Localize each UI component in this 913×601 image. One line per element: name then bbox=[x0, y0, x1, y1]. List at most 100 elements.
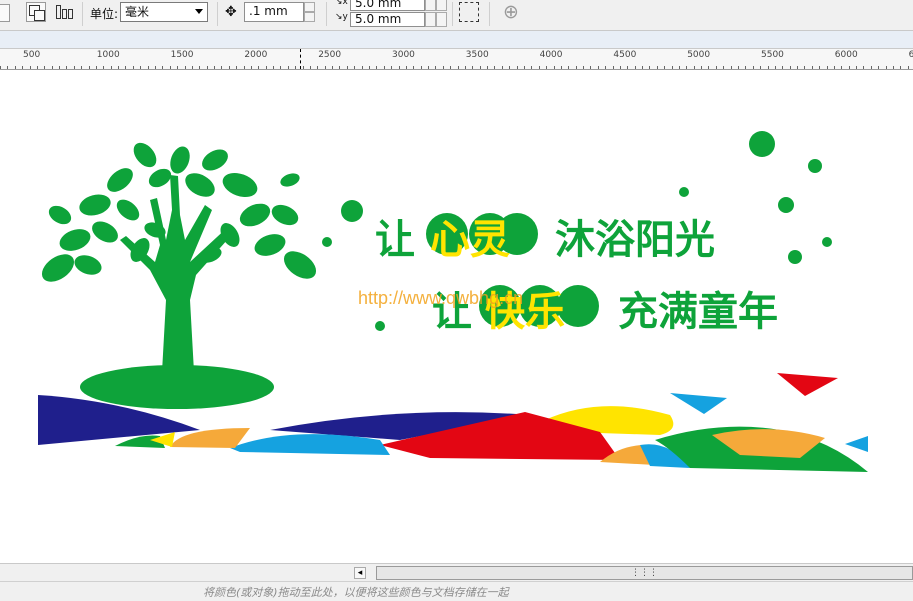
ruler-tick bbox=[169, 66, 171, 69]
ruler-tick bbox=[752, 66, 754, 69]
drawing-canvas[interactable]: 让 心灵 沐浴阳光 让 快乐 充满童年 http://www.qwbhg.cn bbox=[0, 70, 913, 563]
dup-y-spin[interactable] bbox=[425, 12, 436, 27]
ruler-tick bbox=[833, 66, 835, 69]
select-all-icon[interactable] bbox=[459, 2, 479, 22]
ruler-tick bbox=[95, 66, 97, 69]
ruler-tick bbox=[110, 66, 112, 69]
nudge-input[interactable]: .1 mm bbox=[244, 2, 304, 22]
object-icon[interactable] bbox=[0, 4, 10, 22]
horizontal-ruler[interactable]: 500 1000 1500 2000 2500 3000 3500 4000 4500 5000 5… bbox=[0, 48, 913, 70]
ruler-tick bbox=[243, 66, 245, 69]
ruler-tick bbox=[907, 66, 909, 69]
ruler-tick bbox=[103, 66, 105, 69]
dup-x-spin2[interactable] bbox=[436, 0, 447, 11]
ruler-tick bbox=[590, 66, 592, 69]
align-icon[interactable] bbox=[26, 2, 46, 22]
ruler-label: 2000 bbox=[244, 50, 268, 60]
ruler-tick bbox=[236, 66, 238, 69]
ruler-tick bbox=[405, 66, 407, 69]
ruler-tick bbox=[885, 66, 887, 69]
ruler-tick bbox=[125, 66, 127, 69]
dup-y-spin2[interactable] bbox=[436, 12, 447, 27]
ruler-tick bbox=[132, 66, 134, 69]
ruler-tick bbox=[767, 66, 769, 69]
ruler-tick bbox=[339, 66, 341, 69]
scroll-left-button[interactable]: ◂ bbox=[354, 567, 366, 579]
ruler-tick bbox=[280, 66, 282, 69]
ruler-tick bbox=[708, 66, 710, 69]
ruler-tick bbox=[649, 66, 651, 69]
add-icon[interactable]: ⊕ bbox=[503, 1, 519, 23]
dup-y-input[interactable]: 5.0 mm bbox=[350, 12, 425, 27]
ruler-tick bbox=[7, 66, 9, 69]
watermark-text: http://www.qwbhg.cn bbox=[358, 288, 523, 308]
ruler-tick bbox=[494, 66, 496, 69]
chevron-down-icon bbox=[195, 9, 203, 14]
ruler-tick bbox=[221, 66, 223, 69]
ruler-tick bbox=[73, 66, 75, 69]
ruler-tick bbox=[413, 66, 415, 69]
ruler-tick bbox=[627, 66, 629, 69]
blue-paper-plane bbox=[670, 393, 727, 414]
ruler-tick bbox=[516, 66, 518, 69]
ruler-tick bbox=[479, 66, 481, 69]
ruler-tick bbox=[619, 66, 621, 69]
ruler-tick bbox=[782, 66, 784, 69]
ruler-tick bbox=[878, 66, 880, 69]
ruler-tick bbox=[870, 66, 872, 69]
distribute-icon[interactable] bbox=[55, 5, 73, 21]
ruler-tick bbox=[44, 66, 46, 69]
dup-x-spin[interactable] bbox=[425, 0, 436, 11]
ruler-tick bbox=[51, 66, 53, 69]
ruler-tick bbox=[376, 66, 378, 69]
ruler-tick bbox=[715, 66, 717, 69]
ruler-tick bbox=[826, 66, 828, 69]
unit-select[interactable]: 毫米 bbox=[120, 2, 208, 22]
ruler-tick bbox=[295, 66, 297, 69]
ruler-tick bbox=[745, 66, 747, 69]
ruler-tick bbox=[642, 66, 644, 69]
ruler-label: 2500 bbox=[318, 50, 342, 60]
slogan-line1-post: 沐浴阳光 bbox=[555, 217, 715, 263]
ruler-tick bbox=[273, 66, 275, 69]
ruler-tick bbox=[612, 66, 614, 69]
ruler-label: 3000 bbox=[392, 50, 415, 60]
ruler-tick bbox=[442, 66, 444, 69]
horizontal-scrollbar[interactable]: ◂ ⋮⋮⋮ bbox=[0, 563, 913, 582]
ruler-tick bbox=[464, 66, 466, 69]
ruler-tick bbox=[191, 66, 193, 69]
ruler-tick bbox=[29, 66, 31, 69]
scroll-thumb[interactable]: ⋮⋮⋮ bbox=[376, 566, 913, 580]
ruler-tick bbox=[671, 66, 673, 69]
ruler-tick bbox=[900, 66, 902, 69]
nudge-up-button[interactable] bbox=[304, 2, 315, 12]
ruler-tick bbox=[265, 66, 267, 69]
unit-label: 单位: bbox=[90, 7, 119, 21]
ruler-tick bbox=[420, 66, 422, 69]
ruler-tick bbox=[66, 66, 68, 69]
ruler-tick bbox=[324, 66, 326, 69]
ruler-tick bbox=[391, 66, 393, 69]
toolbar-gap bbox=[0, 31, 913, 48]
ruler-tick bbox=[472, 66, 474, 69]
ruler-tick bbox=[59, 66, 61, 69]
ruler-tick bbox=[605, 66, 607, 69]
slogan-line1-highlight: 心灵 bbox=[430, 217, 510, 263]
ruler-tick bbox=[140, 66, 142, 69]
ruler-tick bbox=[848, 66, 850, 69]
ruler-tick bbox=[184, 66, 186, 69]
property-bar: 单位: 毫米 ✥ .1 mm ↘x 5.0 mm ↘y 5.0 mm ⊕ bbox=[0, 0, 913, 31]
dup-x-input[interactable]: 5.0 mm bbox=[350, 0, 425, 11]
ruler-label: 5000 bbox=[687, 50, 711, 60]
ruler-tick bbox=[346, 66, 348, 69]
ruler-tick bbox=[634, 66, 636, 69]
ruler-tick bbox=[738, 66, 739, 69]
ruler-tick bbox=[664, 66, 666, 69]
ruler-tick bbox=[553, 66, 555, 69]
ruler-tick bbox=[287, 66, 289, 69]
ruler-tick bbox=[118, 66, 120, 69]
ruler-tick bbox=[774, 66, 776, 69]
nudge-down-button[interactable] bbox=[304, 12, 315, 22]
ruler-tick bbox=[575, 66, 577, 69]
ruler-label: 6 bbox=[908, 50, 913, 60]
